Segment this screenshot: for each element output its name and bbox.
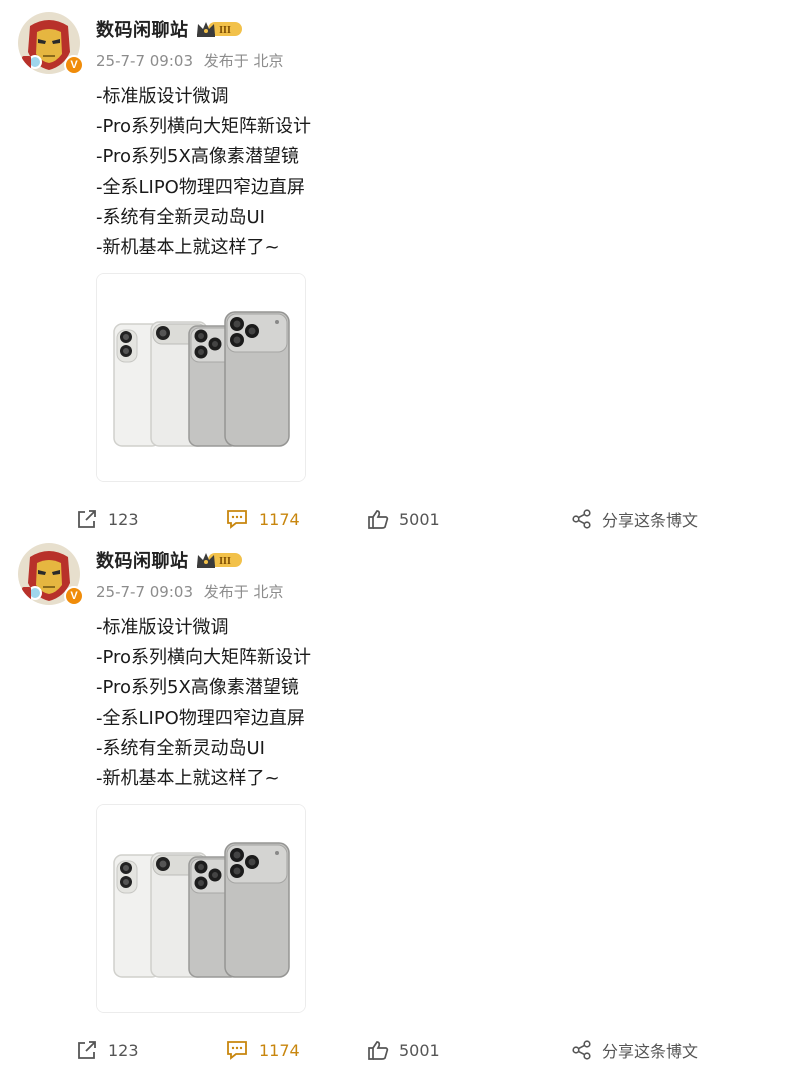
post-line: -Pro系列5X高像素潜望镜 (96, 146, 299, 168)
post-meta: 25-7-7 09:03 发布于 北京 (96, 50, 290, 71)
author-name[interactable]: 数码闲聊站 (96, 16, 189, 42)
like-icon (368, 510, 389, 529)
post-body: -标准版设计微调 -Pro系列横向大矩阵新设计 -Pro系列5X高像素潜望镜 -… (96, 82, 311, 263)
post-line: -标准版设计微调 (96, 86, 229, 107)
post-line: -Pro系列横向大矩阵新设计 (96, 116, 312, 138)
post-line: -标准版设计微调 (96, 617, 229, 638)
repost-count: 123 (108, 509, 139, 529)
repost-count: 123 (108, 1040, 139, 1060)
repost-icon (78, 1041, 96, 1059)
share-label: 分享这条博文 (602, 1042, 699, 1061)
post-meta: 25-7-7 09:03 发布于 北京 (96, 581, 290, 602)
share-icon (572, 1040, 591, 1060)
comment-button[interactable]: 1174 (225, 1037, 300, 1063)
share-button[interactable]: 分享这条博文 (572, 1037, 698, 1063)
post-image[interactable] (96, 804, 306, 1013)
repost-button[interactable]: 123 (76, 1037, 139, 1063)
share-icon (572, 509, 591, 529)
verified-icon: V (64, 586, 84, 606)
post-card: V 数码闲聊站 III 25-7-7 09:03 发布于 北京 -标准版设计微调… (0, 531, 800, 1062)
level-text: III (219, 25, 231, 36)
post-image[interactable] (96, 273, 306, 482)
level-crown-icon: III (197, 22, 242, 37)
like-count: 5001 (399, 509, 440, 529)
phone-lineup-image (97, 274, 305, 481)
repost-icon (78, 510, 96, 528)
repost-button[interactable]: 123 (76, 506, 139, 532)
post-card: V 数码闲聊站 III 25-7-7 09:03 发布于 北京 -标准版设计微调… (0, 0, 800, 531)
verified-icon: V (64, 55, 84, 75)
like-count: 5001 (399, 1040, 440, 1060)
post-time[interactable]: 25-7-7 09:03 (96, 583, 193, 601)
comment-count: 1174 (259, 509, 300, 529)
level-badge[interactable]: III (196, 19, 244, 39)
post-body: -标准版设计微调 -Pro系列横向大矩阵新设计 -Pro系列5X高像素潜望镜 -… (96, 613, 311, 794)
level-text: III (219, 556, 231, 567)
author-name[interactable]: 数码闲聊站 (96, 547, 189, 573)
post-line: -系统有全新灵动岛UI (96, 737, 265, 759)
comment-icon (227, 510, 247, 529)
phone-lineup-image (97, 805, 305, 1012)
post-line: -全系LIPO物理四窄边直屏 (96, 176, 305, 198)
post-time[interactable]: 25-7-7 09:03 (96, 52, 193, 70)
post-line: -全系LIPO物理四窄边直屏 (96, 707, 305, 729)
comment-button[interactable]: 1174 (225, 506, 300, 532)
comment-count: 1174 (259, 1040, 300, 1060)
comment-icon (227, 1041, 247, 1060)
level-badge[interactable]: III (196, 550, 244, 570)
share-button[interactable]: 分享这条博文 (572, 506, 698, 532)
level-crown-icon: III (197, 553, 242, 568)
post-line: -新机基本上就这样了~ (96, 768, 280, 790)
post-line: -新机基本上就这样了~ (96, 237, 280, 259)
like-button[interactable]: 5001 (367, 506, 440, 532)
like-button[interactable]: 5001 (367, 1037, 440, 1063)
post-line: -Pro系列5X高像素潜望镜 (96, 677, 299, 699)
like-icon (368, 1041, 389, 1060)
post-line: -系统有全新灵动岛UI (96, 206, 265, 228)
post-source: 发布于 北京 (203, 583, 284, 601)
post-line: -Pro系列横向大矩阵新设计 (96, 647, 312, 669)
post-source: 发布于 北京 (203, 52, 284, 70)
share-label: 分享这条博文 (602, 511, 699, 530)
